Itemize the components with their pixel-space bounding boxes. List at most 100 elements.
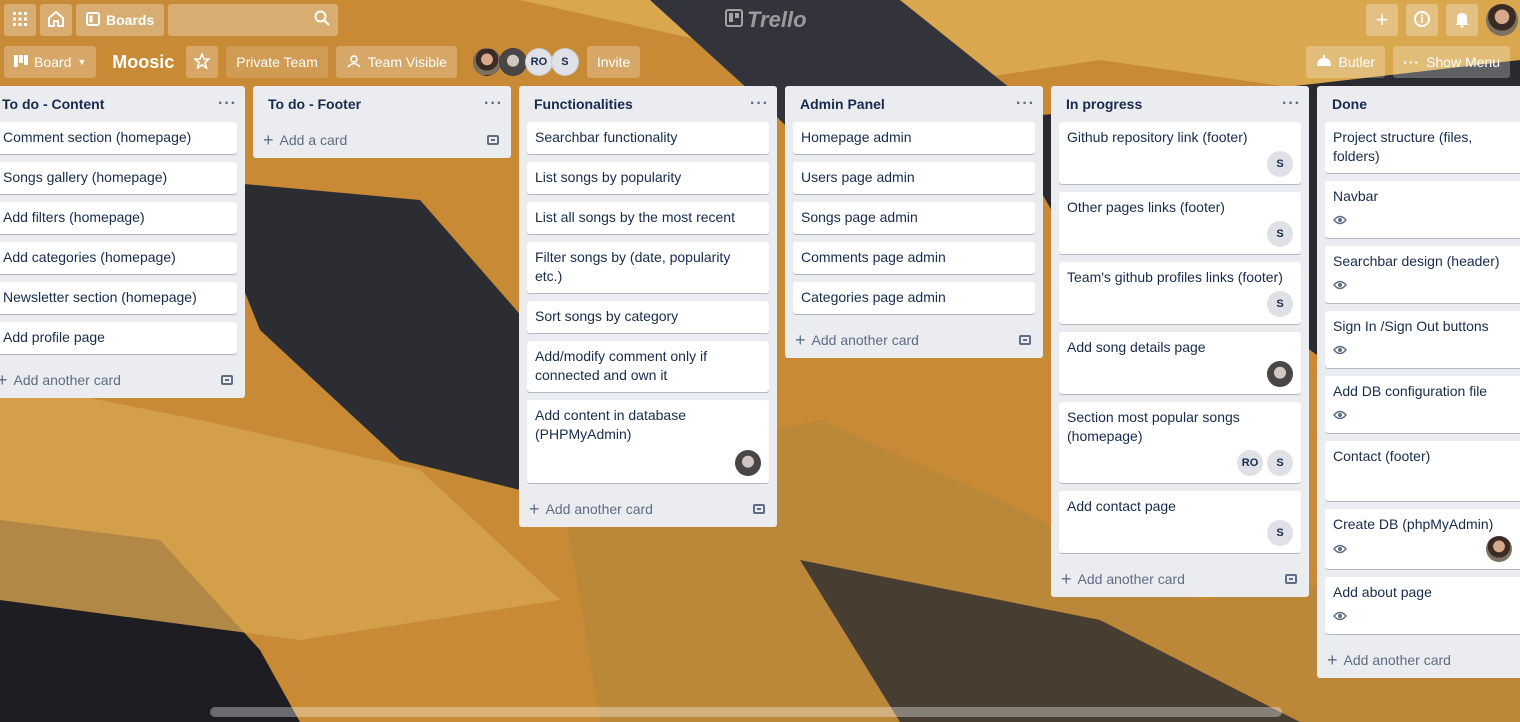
add-card-button[interactable]: + Add another card <box>795 331 919 349</box>
card-member-avatar[interactable]: RO <box>1237 450 1263 476</box>
notifications-button[interactable] <box>1446 4 1478 36</box>
card-title: Add filters (homepage) <box>3 209 145 225</box>
list-title[interactable]: To do - Footer <box>268 96 361 112</box>
card-template-icon[interactable] <box>1019 335 1031 345</box>
team-button[interactable]: Private Team <box>226 46 328 78</box>
list-card[interactable]: Add contact page S <box>1059 491 1301 553</box>
card-title: Comment section (homepage) <box>3 129 192 145</box>
add-card-button[interactable]: + Add another card <box>529 500 653 518</box>
card-template-icon[interactable] <box>221 375 233 385</box>
list-title[interactable]: Admin Panel <box>800 96 885 112</box>
card-title: Add DB configuration file <box>1333 383 1488 399</box>
list-card[interactable]: Navbar <box>1325 181 1520 238</box>
list-card[interactable]: Add profile page <box>0 322 237 354</box>
list-card[interactable]: Homepage admin <box>793 122 1035 154</box>
list-menu-icon[interactable]: ··· <box>484 95 503 113</box>
list-card[interactable]: Add DB configuration file <box>1325 376 1520 433</box>
member-avatar[interactable]: RO <box>524 48 553 76</box>
boards-button[interactable]: Boards <box>76 4 165 36</box>
star-button[interactable] <box>186 46 219 78</box>
card-template-icon[interactable] <box>487 135 499 145</box>
eye-icon <box>1333 277 1512 296</box>
card-member-avatar[interactable] <box>1267 361 1293 387</box>
list-card[interactable]: Team's github profiles links (footer) S <box>1059 262 1301 324</box>
member-avatar[interactable]: S <box>550 48 579 76</box>
member-avatar-photo[interactable] <box>498 48 527 76</box>
board-view-label: Board <box>34 54 72 70</box>
team-visible-icon <box>346 54 362 71</box>
create-button[interactable]: + <box>1366 4 1398 36</box>
list-card[interactable]: Section most popular songs (homepage) RO… <box>1059 402 1301 483</box>
board-view-switcher[interactable]: Board ▼ <box>4 46 97 78</box>
list-card[interactable]: Project structure (files, folders) <box>1325 122 1520 173</box>
plus-icon: + <box>0 370 8 390</box>
list-card[interactable]: Songs page admin <box>793 202 1035 234</box>
list-card[interactable]: Other pages links (footer) S <box>1059 192 1301 254</box>
home-button[interactable] <box>40 4 72 36</box>
add-card-button[interactable]: + Add a card <box>263 131 347 149</box>
list-card[interactable]: Comments page admin <box>793 242 1035 274</box>
list-card[interactable]: Filter songs by (date, popularity etc.) <box>527 242 769 293</box>
list-menu-icon[interactable]: ··· <box>1282 95 1301 113</box>
list-card[interactable]: Categories page admin <box>793 282 1035 314</box>
card-title: Add profile page <box>3 329 105 345</box>
list-title[interactable]: Functionalities <box>534 96 633 112</box>
eye-icon <box>1333 540 1347 559</box>
list-card[interactable]: Searchbar functionality <box>527 122 769 154</box>
list-menu-icon[interactable]: ··· <box>1016 95 1035 113</box>
list-card[interactable]: Sort songs by category <box>527 301 769 333</box>
show-menu-button[interactable]: ··· Show Menu <box>1393 46 1510 78</box>
list-card[interactable]: List all songs by the most recent <box>527 202 769 234</box>
list-title[interactable]: To do - Content <box>2 96 104 112</box>
list-card[interactable]: Create DB (phpMyAdmin) <box>1325 509 1520 569</box>
invite-button[interactable]: Invite <box>586 46 641 78</box>
add-card-label: Add another card <box>13 372 121 388</box>
card-title: Sign In /Sign Out buttons <box>1333 318 1489 334</box>
add-card-button[interactable]: + Add another card <box>0 371 121 389</box>
list-card[interactable]: Add about page <box>1325 577 1520 634</box>
apps-button[interactable] <box>4 4 36 36</box>
butler-button[interactable]: Butler <box>1306 46 1386 78</box>
card-template-icon[interactable] <box>1285 574 1297 584</box>
list-card[interactable]: Contact (footer) <box>1325 441 1520 501</box>
member-avatar-photo[interactable] <box>472 48 501 76</box>
grid-icon <box>12 11 28 30</box>
card-template-icon[interactable] <box>753 504 765 514</box>
card-member-avatar[interactable]: S <box>1267 151 1293 177</box>
card-member-avatar[interactable]: S <box>1267 450 1293 476</box>
list-card[interactable]: Add song details page <box>1059 332 1301 394</box>
card-member-avatar[interactable]: S <box>1267 221 1293 247</box>
list-card[interactable]: Searchbar design (header) <box>1325 246 1520 303</box>
list-card[interactable]: Add categories (homepage) <box>0 242 237 274</box>
list-card[interactable]: Songs gallery (homepage) <box>0 162 237 194</box>
info-button[interactable] <box>1406 4 1438 36</box>
list-card[interactable]: Comment section (homepage) <box>0 122 237 154</box>
add-card-button[interactable]: + Add another card <box>1327 651 1451 669</box>
add-card-button[interactable]: + Add another card <box>1061 570 1185 588</box>
list-menu-icon[interactable]: ··· <box>750 95 769 113</box>
search-input[interactable] <box>168 4 339 36</box>
list-card[interactable]: Users page admin <box>793 162 1035 194</box>
list-card[interactable]: List songs by popularity <box>527 162 769 194</box>
card-member-avatar[interactable] <box>1486 536 1512 562</box>
horizontal-scrollbar[interactable] <box>210 707 1282 717</box>
visibility-button[interactable]: Team Visible <box>335 46 457 78</box>
list-menu-icon[interactable]: ··· <box>218 95 237 113</box>
trello-logo[interactable]: Trello <box>725 6 807 34</box>
list-card[interactable]: Newsletter section (homepage) <box>0 282 237 314</box>
plus-icon: + <box>1375 7 1389 32</box>
list-card[interactable]: Add/modify comment only if connected and… <box>527 341 769 392</box>
list-card[interactable]: Add filters (homepage) <box>0 202 237 234</box>
card-member-avatar[interactable] <box>735 450 761 476</box>
list-card[interactable]: Sign In /Sign Out buttons <box>1325 311 1520 368</box>
list-title[interactable]: In progress <box>1066 96 1142 112</box>
board-title[interactable]: Moosic <box>104 52 182 73</box>
card-member-avatar[interactable]: S <box>1267 520 1293 546</box>
list-card[interactable]: Github repository link (footer) S <box>1059 122 1301 184</box>
list-card[interactable]: Add content in database (PHPMyAdmin) <box>527 400 769 483</box>
user-avatar[interactable] <box>1486 4 1518 36</box>
card-member-avatar[interactable]: S <box>1267 291 1293 317</box>
star-icon <box>193 51 212 72</box>
list-title[interactable]: Done <box>1332 96 1367 112</box>
plus-icon: + <box>1327 650 1338 670</box>
